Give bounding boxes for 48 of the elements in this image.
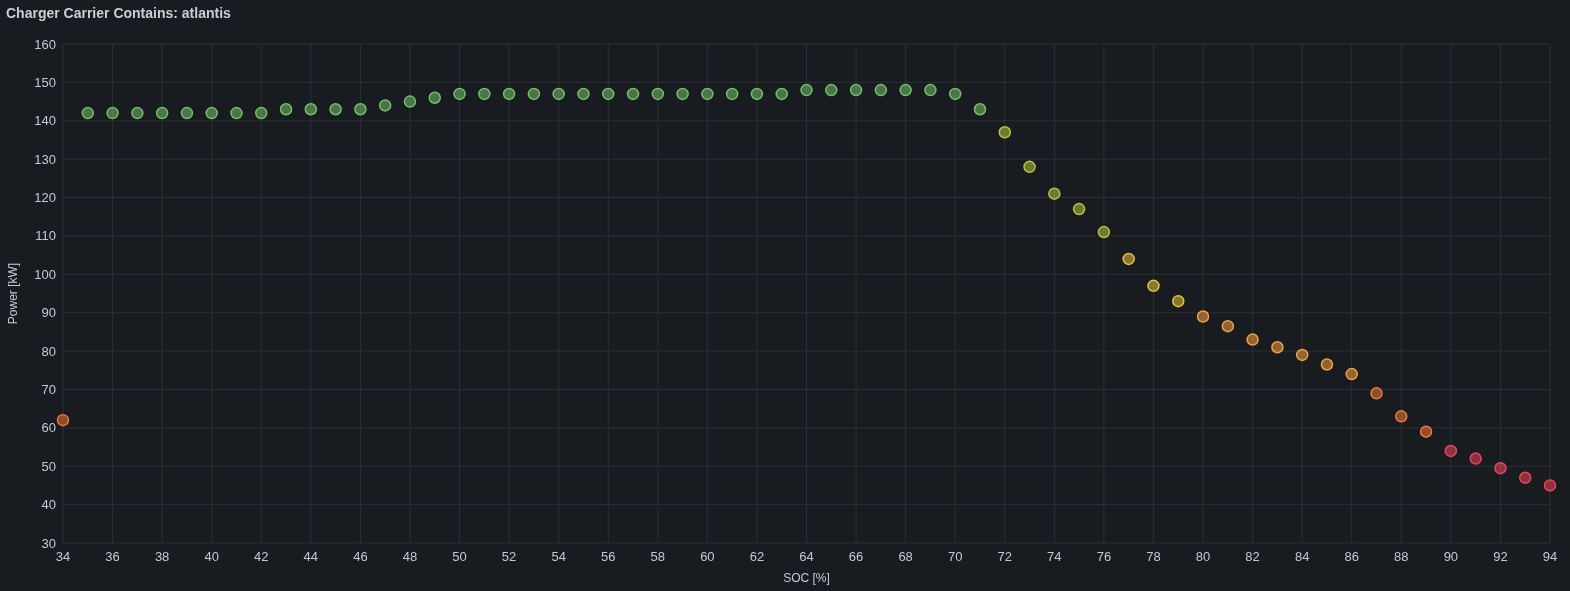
x-axis-label: SOC [%] <box>783 571 830 585</box>
axis-tick-label: 64 <box>799 549 814 564</box>
axis-tick-label: 54 <box>551 549 566 564</box>
axis-tick-label: 68 <box>898 549 913 564</box>
axis-tick-label: 76 <box>1096 549 1112 564</box>
y-axis-label: Power [kW] <box>6 262 20 325</box>
axis-tick-label: 34 <box>55 549 71 564</box>
axis-tick-label: 40 <box>41 497 56 513</box>
axis-tick-label: 50 <box>452 549 467 564</box>
axis-tick-label: 82 <box>1245 549 1260 564</box>
axis-tick-label: 66 <box>848 549 864 564</box>
axis-tick-label: 140 <box>34 113 56 129</box>
axis-tick-label: 80 <box>1195 549 1211 564</box>
axis-tick-label: 44 <box>303 549 319 564</box>
axis-tick-label: 62 <box>749 549 765 564</box>
axis-tick-label: 70 <box>41 381 56 397</box>
axis-tick-label: 56 <box>601 549 616 564</box>
axis-tick-label: 72 <box>997 549 1012 564</box>
axis-tick-label: 38 <box>154 549 170 564</box>
axis-tick-label: 92 <box>1493 549 1508 564</box>
panel-title: Charger Carrier Contains: atlantis <box>6 4 231 23</box>
axis-tick-label: 130 <box>34 151 56 167</box>
axis-tick-label: 46 <box>353 549 368 564</box>
axis-tick-label: 58 <box>650 549 666 564</box>
axis-tick-label: 50 <box>41 458 56 474</box>
axis-tick-label: 90 <box>1443 549 1459 564</box>
axis-tick-label: 40 <box>204 549 219 564</box>
axis-tick-label: 52 <box>501 549 517 564</box>
axis-tick-label: 78 <box>1146 549 1161 564</box>
axis-tick-label: 88 <box>1394 549 1409 564</box>
axis-tick-label: 60 <box>41 420 56 436</box>
axis-tick-label: 110 <box>35 228 56 244</box>
axis-tick-label: 36 <box>105 549 120 564</box>
axis-tick-label: 60 <box>700 549 715 564</box>
axis-tick-label: 80 <box>41 343 56 359</box>
axis-tick-label: 150 <box>34 74 56 90</box>
axis-tick-label: 86 <box>1344 549 1359 564</box>
axis-tick-label: 48 <box>402 549 418 564</box>
axis-tick-label: 70 <box>947 549 963 564</box>
axis-tick-label: 74 <box>1047 549 1062 564</box>
axis-tick-label: 42 <box>254 549 269 564</box>
axis-tick-label: 160 <box>34 36 56 52</box>
axis-tick-label: 84 <box>1294 549 1310 564</box>
axis-tick-label: 120 <box>34 190 56 206</box>
axis-tick-label: 94 <box>1542 549 1558 564</box>
axis-tick-label: 90 <box>41 305 56 321</box>
axis-tick-label: 30 <box>41 535 56 551</box>
axis-tick-label: 100 <box>34 266 56 282</box>
